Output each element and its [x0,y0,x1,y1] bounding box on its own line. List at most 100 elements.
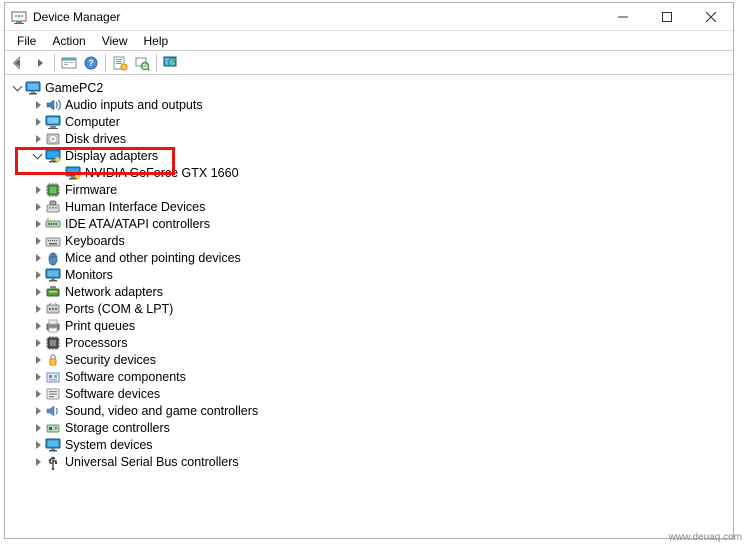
tree-category-1[interactable]: Computer [7,113,731,130]
tree-node-label: Audio inputs and outputs [65,97,203,113]
tree-category-13[interactable]: Processors [7,334,731,351]
tree-category-15[interactable]: Software components [7,368,731,385]
scan-icon [134,55,150,71]
chevron-right-icon[interactable] [31,455,45,469]
cpu-icon [45,335,61,351]
chevron-right-icon[interactable] [31,438,45,452]
tree-category-14[interactable]: Security devices [7,351,731,368]
chevron-right-icon[interactable] [31,319,45,333]
chevron-right-icon[interactable] [31,302,45,316]
tree-category-8[interactable]: Mice and other pointing devices [7,249,731,266]
storage-icon [45,420,61,436]
close-button[interactable] [689,3,733,30]
tree-category-6[interactable]: IDE ATA/ATAPI controllers [7,215,731,232]
tree-category-2[interactable]: Disk drives [7,130,731,147]
usb-icon [45,454,61,470]
devmgr-title-icon [11,9,27,25]
chevron-right-icon[interactable] [31,115,45,129]
help-icon [83,55,99,71]
tree-category-16[interactable]: Software devices [7,385,731,402]
sound-icon [45,403,61,419]
swdev-icon [45,386,61,402]
chevron-right-icon[interactable] [31,251,45,265]
forward-button[interactable] [29,52,51,74]
tree-category-12[interactable]: Print queues [7,317,731,334]
chevron-right-icon[interactable] [31,421,45,435]
tree-node-label: NVIDIA GeForce GTX 1660 [85,165,239,181]
tree-node-label: Software devices [65,386,160,402]
menu-help[interactable]: Help [136,32,177,50]
monitor-icon [45,267,61,283]
tree-node-label: Processors [65,335,128,351]
properties-button[interactable] [109,52,131,74]
chevron-right-icon[interactable] [31,200,45,214]
hid-icon [45,199,61,215]
display-icon [45,148,61,164]
chevron-right-icon[interactable] [31,234,45,248]
pc-icon [25,80,41,96]
minimize-button[interactable] [601,3,645,30]
tree-node-label: System devices [65,437,153,453]
tree-category-0[interactable]: Audio inputs and outputs [7,96,731,113]
tree-category-4[interactable]: Firmware [7,181,731,198]
chevron-right-icon[interactable] [31,370,45,384]
properties-icon [112,55,128,71]
scan-button[interactable] [131,52,153,74]
tree-category-11[interactable]: Ports (COM & LPT) [7,300,731,317]
tree-node-label: Computer [65,114,120,130]
chevron-right-icon[interactable] [31,98,45,112]
tree-node-label: Sound, video and game controllers [65,403,258,419]
ports-icon [45,301,61,317]
tree-category-19[interactable]: System devices [7,436,731,453]
menu-view[interactable]: View [94,32,136,50]
chevron-right-icon[interactable] [31,132,45,146]
tree-category-18[interactable]: Storage controllers [7,419,731,436]
tree-node-label: Storage controllers [65,420,170,436]
arrow-left-icon [10,55,26,71]
chevron-down-icon[interactable] [11,81,25,95]
keyboard-icon [45,233,61,249]
disk-icon [45,131,61,147]
help-button[interactable] [80,52,102,74]
tree-category-5[interactable]: Human Interface Devices [7,198,731,215]
menu-file[interactable]: File [9,32,44,50]
window-title: Device Manager [33,10,120,24]
chevron-right-icon[interactable] [31,336,45,350]
swcomp-icon [45,369,61,385]
tree-category-17[interactable]: Sound, video and game controllers [7,402,731,419]
chevron-right-icon[interactable] [31,217,45,231]
security-icon [45,352,61,368]
tree-node-label: Network adapters [65,284,163,300]
toolbar [5,51,733,75]
tree-node-label: GamePC2 [45,80,103,96]
mouse-icon [45,250,61,266]
tree-node-label: Software components [65,369,186,385]
maximize-button[interactable] [645,3,689,30]
titlebar[interactable]: Device Manager [5,3,733,31]
tree-category-9[interactable]: Monitors [7,266,731,283]
tree-root[interactable]: GamePC2 [7,79,731,96]
tree-device-3-0[interactable]: NVIDIA GeForce GTX 1660 [7,164,731,181]
tree-category-7[interactable]: Keyboards [7,232,731,249]
menu-action[interactable]: Action [44,32,93,50]
tree-node-label: Display adapters [65,148,158,164]
tree-node-label: IDE ATA/ATAPI controllers [65,216,210,232]
refresh-button[interactable] [160,52,182,74]
chevron-right-icon[interactable] [31,353,45,367]
toolbar-separator [156,54,157,72]
chevron-right-icon[interactable] [31,404,45,418]
back-button[interactable] [7,52,29,74]
chevron-right-icon[interactable] [31,387,45,401]
chevron-down-icon[interactable] [31,149,45,163]
tree-node-label: Mice and other pointing devices [65,250,241,266]
chevron-right-icon[interactable] [31,268,45,282]
tree-node-label: Firmware [65,182,117,198]
chevron-right-icon[interactable] [31,285,45,299]
chevron-right-icon[interactable] [31,183,45,197]
device-tree[interactable]: GamePC2Audio inputs and outputsComputerD… [5,75,733,474]
tree-category-3[interactable]: Display adapters [7,147,731,164]
tree-category-20[interactable]: Universal Serial Bus controllers [7,453,731,470]
tree-node-label: Security devices [65,352,156,368]
tree-category-10[interactable]: Network adapters [7,283,731,300]
view-options-button[interactable] [58,52,80,74]
